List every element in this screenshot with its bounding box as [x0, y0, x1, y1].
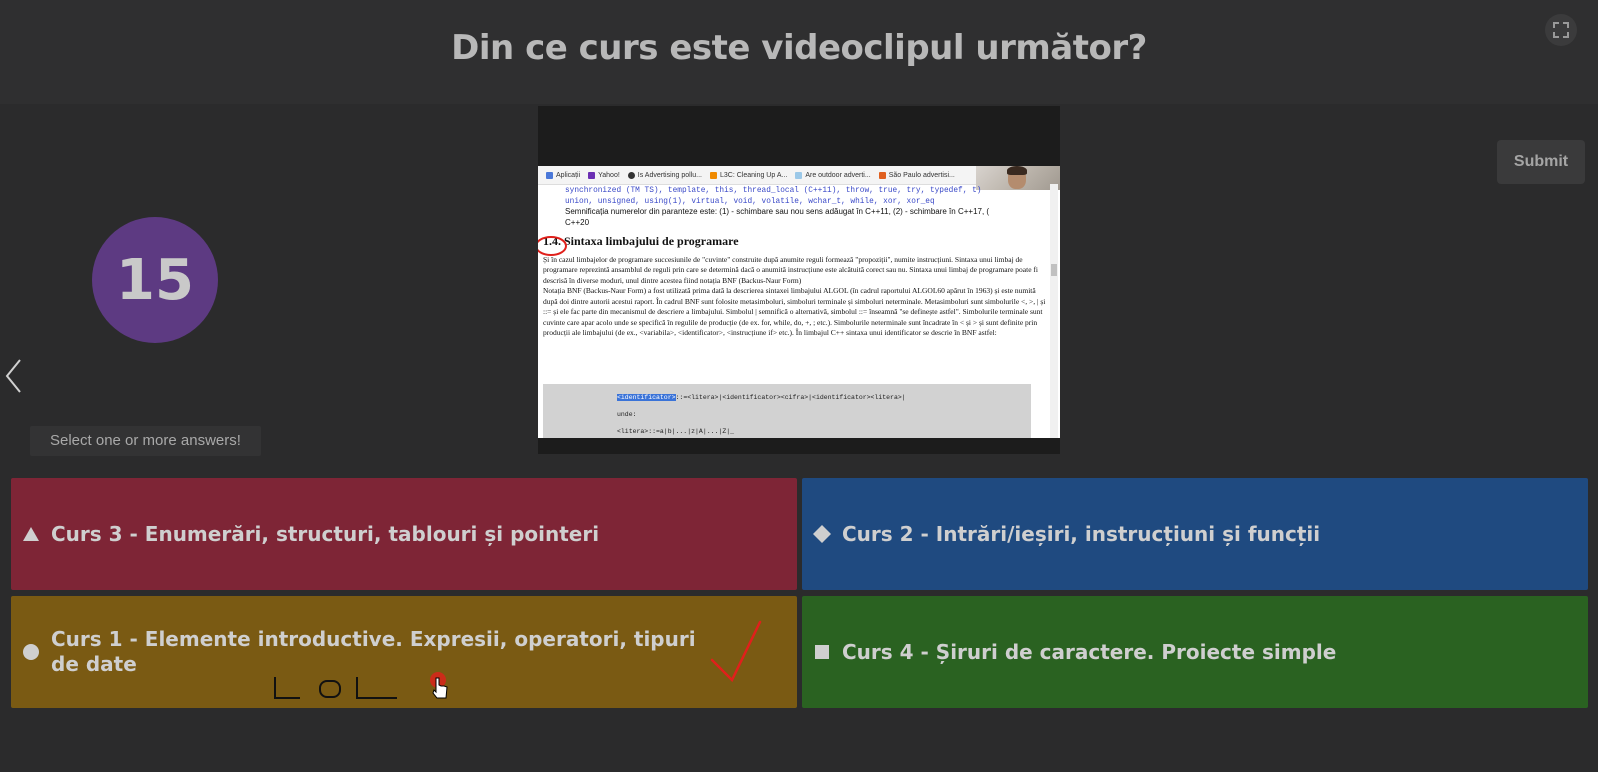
code-block: <identificator>::=<litera>|<identificato…: [543, 384, 1031, 438]
video-player[interactable]: Aplicații Yahoo! Is Advertising pollu...…: [538, 106, 1060, 454]
code-line: synchronized (TM TS), template, this, th…: [565, 187, 982, 195]
answer-curs-3[interactable]: Curs 3 - Enumerări, structuri, tablouri …: [11, 478, 797, 590]
select-hint: Select one or more answers!: [30, 426, 261, 456]
triangle-icon: [21, 524, 41, 544]
code-rule: ::=<litera>|<identificator><cifra>|<iden…: [675, 394, 906, 401]
previous-arrow-icon[interactable]: [4, 358, 24, 394]
bookmark-yahoo: Yahoo!: [588, 171, 620, 179]
note-line: Semnificația numerelor din paranteze est…: [565, 207, 990, 216]
square-icon: [812, 642, 832, 662]
circle-icon: [21, 642, 41, 662]
answer-label: Curs 1 - Elemente introductive. Expresii…: [51, 627, 696, 676]
paragraph: Notația BNF (Backus-Naur Form) a fost ut…: [543, 286, 1046, 337]
countdown-timer: 15: [92, 217, 218, 343]
highlighted-identifier: <identificator>: [617, 394, 676, 401]
video-frame: Aplicații Yahoo! Is Advertising pollu...…: [538, 166, 1060, 438]
paragraph: Și în cazul limbajelor de programare suc…: [543, 254, 1039, 285]
bookmark-saopaulo: São Paulo advertisi...: [878, 171, 955, 179]
document-scrollbar[interactable]: [1050, 184, 1058, 438]
answer-label: Curs 4 - Șiruri de caractere. Proiecte s…: [842, 640, 1337, 664]
header-bar: Din ce curs este videoclipul următor?: [0, 0, 1598, 104]
bookmark-apps: Aplicații: [546, 171, 580, 179]
code-text: unde:: [617, 411, 637, 418]
bookmark-outdoor: Are outdoor adverti...: [795, 171, 871, 179]
code-text: <litera>::=a|b|...|z|A|...|Z|_: [617, 428, 735, 435]
bookmark-advertising: Is Advertising pollu...: [627, 171, 702, 179]
section-heading: 1.4. Sintaxa limbajului de programare: [543, 234, 1048, 248]
answer-curs-1[interactable]: Curs 1 - Elemente introductive. Expresii…: [11, 596, 797, 708]
question-title: Din ce curs este videoclipul următor?: [451, 28, 1147, 68]
answer-curs-2[interactable]: Curs 2 - Intrări/ieșiri, instrucțiuni și…: [802, 478, 1588, 590]
code-line: union, unsigned, using(1), virtual, void…: [565, 197, 935, 206]
section-title: Sintaxa limbajului de programare: [564, 234, 739, 248]
bookmark-l3c: L3C: Cleaning Up A...: [710, 171, 787, 179]
answer-label: Curs 3 - Enumerări, structuri, tablouri …: [51, 522, 600, 546]
document-content: synchronized (TM TS), template, this, th…: [543, 186, 1048, 339]
expand-icon: [1553, 22, 1569, 38]
submit-button[interactable]: Submit: [1497, 140, 1585, 184]
diamond-icon: [812, 524, 832, 544]
fullscreen-button[interactable]: [1545, 14, 1577, 46]
note-line: C++20: [565, 217, 590, 227]
answer-label: Curs 2 - Intrări/ieșiri, instrucțiuni și…: [842, 522, 1321, 546]
answer-curs-4[interactable]: Curs 4 - Șiruri de caractere. Proiecte s…: [802, 596, 1588, 708]
red-circle-annotation: [538, 236, 567, 256]
